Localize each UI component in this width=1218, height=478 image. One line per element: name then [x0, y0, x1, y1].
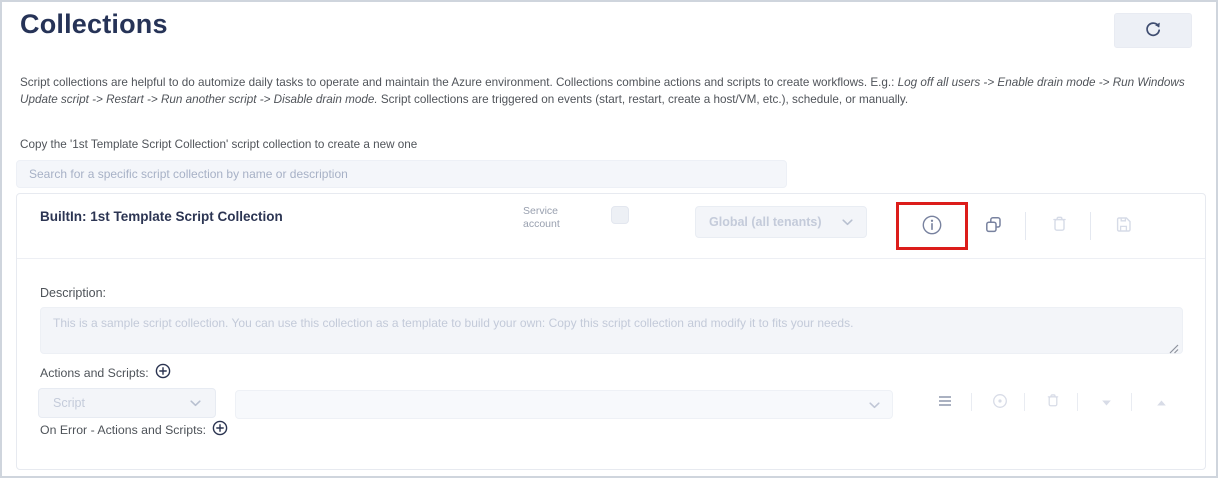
actions-scripts-label: Actions and Scripts:	[40, 366, 149, 380]
description-label: Description:	[40, 286, 106, 300]
collections-page: Collections Script collections are helpf…	[0, 0, 1218, 478]
triangle-up-icon	[1156, 395, 1167, 410]
description-textarea[interactable]: This is a sample script collection. You …	[40, 307, 1183, 354]
on-error-row: On Error - Actions and Scripts:	[40, 420, 228, 439]
divider	[17, 258, 1205, 259]
divider	[1131, 393, 1132, 411]
move-up-button[interactable]	[1147, 388, 1175, 416]
highlight-box	[896, 202, 968, 250]
circled-plus-icon	[155, 363, 171, 382]
collection-title: BuiltIn: 1st Template Script Collection	[40, 209, 283, 224]
script-type-dropdown[interactable]: Script	[38, 388, 216, 418]
search-input[interactable]	[16, 160, 787, 188]
intro-text: Script collections are helpful to do aut…	[20, 75, 1204, 108]
copy-hint-text: Copy the '1st Template Script Collection…	[20, 138, 417, 151]
add-action-button[interactable]	[155, 363, 171, 382]
divider	[1025, 212, 1026, 240]
refresh-button[interactable]	[1114, 13, 1192, 48]
info-button[interactable]	[914, 208, 950, 244]
tenant-dropdown[interactable]: Global (all tenants)	[695, 206, 867, 238]
divider	[971, 393, 972, 411]
on-error-label: On Error - Actions and Scripts:	[40, 423, 206, 437]
chevron-down-icon	[869, 398, 880, 412]
add-onerror-button[interactable]	[212, 420, 228, 439]
circle-dot-icon	[992, 393, 1008, 412]
chevron-down-icon	[190, 396, 201, 410]
save-button[interactable]	[1105, 208, 1141, 244]
delete-row-button[interactable]	[1039, 388, 1067, 416]
script-type-value: Script	[53, 396, 85, 410]
resize-handle-icon[interactable]	[1169, 341, 1179, 351]
trash-icon	[1050, 215, 1069, 237]
circled-plus-icon	[212, 420, 228, 439]
tenant-dropdown-value: Global (all tenants)	[709, 215, 822, 229]
page-title: Collections	[20, 9, 168, 40]
trash-icon	[1045, 393, 1061, 412]
divider	[1090, 212, 1091, 240]
move-down-button[interactable]	[1092, 388, 1120, 416]
service-account-checkbox[interactable]	[611, 206, 629, 224]
delete-button[interactable]	[1041, 208, 1077, 244]
hamburger-icon	[938, 395, 952, 410]
menu-button[interactable]	[931, 388, 959, 416]
add-row-button[interactable]	[986, 388, 1014, 416]
info-icon	[920, 213, 944, 240]
copy-icon	[984, 215, 1003, 237]
save-icon	[1114, 215, 1133, 237]
collection-card: BuiltIn: 1st Template Script Collection …	[16, 193, 1206, 470]
copy-button[interactable]	[975, 208, 1011, 244]
divider	[1024, 393, 1025, 411]
script-select-dropdown[interactable]	[235, 390, 893, 419]
actions-scripts-row: Actions and Scripts:	[40, 363, 171, 382]
chevron-down-icon	[842, 215, 853, 229]
divider	[1077, 393, 1078, 411]
triangle-down-icon	[1101, 395, 1112, 410]
refresh-icon	[1145, 21, 1161, 40]
service-account-label: Service account	[523, 205, 581, 231]
